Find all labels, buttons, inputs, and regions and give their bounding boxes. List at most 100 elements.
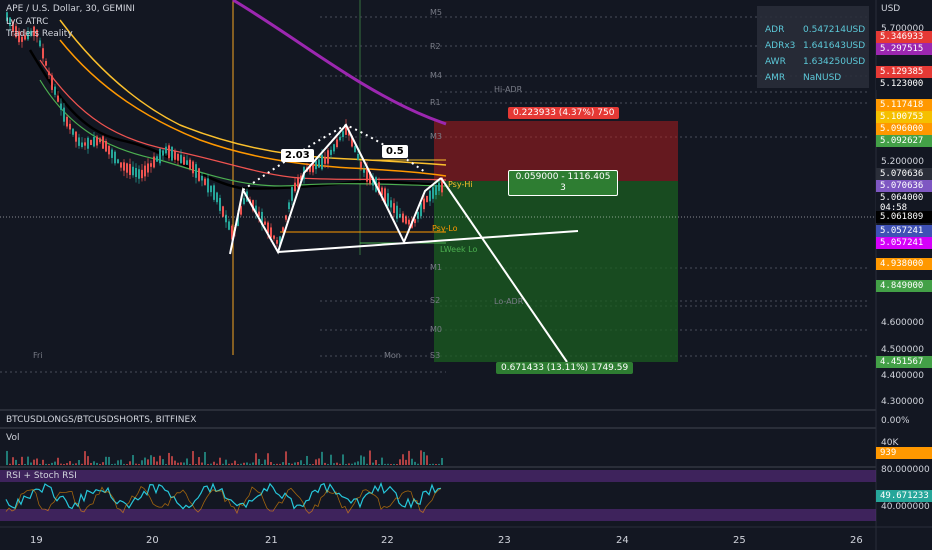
symbol-title[interactable]: APE / U.S. Dollar, 30, GEMINI bbox=[6, 4, 135, 14]
volume-bar bbox=[243, 462, 245, 465]
price-tick: 4.500000 bbox=[881, 345, 924, 355]
volume-bar bbox=[48, 463, 50, 465]
volume-bar bbox=[111, 463, 113, 465]
volume-bar bbox=[285, 451, 287, 465]
volume-bar bbox=[315, 459, 317, 465]
volume-bar bbox=[309, 463, 311, 465]
volume-bar bbox=[369, 450, 371, 465]
take-profit-zone[interactable] bbox=[434, 181, 678, 362]
volume-bar bbox=[324, 462, 326, 465]
candle-body bbox=[153, 156, 155, 168]
candle-body bbox=[222, 206, 224, 217]
volume-bar bbox=[159, 455, 161, 465]
candle-body bbox=[216, 192, 218, 203]
time-label: 21 bbox=[265, 535, 278, 546]
pivot-label: M1 bbox=[430, 263, 442, 272]
candle-body bbox=[195, 164, 197, 178]
volume-bar bbox=[399, 459, 401, 465]
pivot-label: M5 bbox=[430, 8, 442, 17]
candle-body bbox=[51, 75, 53, 90]
volume-bar bbox=[108, 456, 110, 465]
price-box: 5.346933 bbox=[876, 31, 932, 43]
price-box: 5.100753 bbox=[876, 111, 932, 123]
volume-bar bbox=[135, 463, 137, 465]
volume-bar bbox=[330, 454, 332, 465]
indicator-lyg-atrc[interactable]: LyG ATRC bbox=[6, 17, 48, 27]
candle-body bbox=[111, 149, 113, 158]
price-box: 5.129385 bbox=[876, 66, 932, 78]
volume-bar bbox=[336, 462, 338, 465]
candle-body bbox=[201, 175, 203, 181]
ema-red-line bbox=[39, 59, 447, 181]
volume-bar bbox=[168, 452, 170, 465]
candle-body bbox=[183, 156, 185, 165]
volume-bar bbox=[231, 463, 233, 465]
time-label: 19 bbox=[30, 535, 43, 546]
volume-bar bbox=[393, 463, 395, 465]
volume-bar bbox=[153, 456, 155, 465]
price-box: 5.057241 bbox=[876, 225, 932, 237]
stop-loss-label[interactable]: 0.223933 (4.37%) 750 bbox=[508, 107, 620, 119]
volume-bar bbox=[84, 451, 86, 465]
volume-bar bbox=[264, 459, 266, 465]
volume-title[interactable]: Vol bbox=[6, 433, 19, 443]
rsi-title[interactable]: RSI + Stoch RSI bbox=[6, 471, 77, 481]
volume-bar bbox=[312, 463, 314, 465]
pivot-label: S2 bbox=[430, 296, 441, 305]
btc-longshorts-title[interactable]: BTCUSDLONGS/BTCUSDSHORTS, BITFINEX bbox=[6, 415, 196, 425]
volume-bar bbox=[372, 462, 374, 465]
volume-bar bbox=[261, 463, 263, 465]
volume-bar bbox=[207, 463, 209, 465]
candle-body bbox=[363, 169, 365, 173]
candle-body bbox=[387, 193, 389, 207]
volume-bar bbox=[435, 463, 437, 465]
candle-body bbox=[357, 154, 359, 160]
volume-bar bbox=[333, 463, 335, 465]
volume-bar bbox=[36, 458, 38, 465]
price-tick: 4.400000 bbox=[881, 371, 924, 381]
candle-body bbox=[438, 183, 440, 191]
volume-bar bbox=[21, 456, 23, 465]
volume-bar bbox=[351, 463, 353, 465]
candle-body bbox=[108, 145, 110, 155]
ema-black-line bbox=[28, 49, 447, 190]
pivot-label: Hi-ADR bbox=[494, 85, 523, 94]
candle-body bbox=[165, 146, 167, 154]
fib-ratio-right[interactable]: 0.5 bbox=[382, 145, 408, 158]
price-box: 4.849000 bbox=[876, 280, 932, 292]
volume-bar bbox=[75, 463, 77, 465]
candle-body bbox=[327, 150, 329, 164]
stat-adr: ADR 0.547214USD bbox=[765, 25, 866, 35]
take-profit-label[interactable]: 0.671433 (13.11%) 1749.59 bbox=[496, 362, 634, 374]
volume-bar bbox=[303, 463, 305, 465]
volume-bar bbox=[441, 457, 443, 465]
volume-bar bbox=[222, 463, 224, 465]
stat-amr: AMR NaNUSD bbox=[765, 73, 842, 83]
candle-body bbox=[354, 145, 356, 153]
price-tick: 5.200000 bbox=[881, 157, 924, 167]
indicator-traders-reality[interactable]: Traders Reality bbox=[6, 29, 73, 39]
candle-body bbox=[174, 150, 176, 160]
price-box: 5.123000 bbox=[876, 78, 932, 90]
volume-bar bbox=[150, 455, 152, 465]
candle-body bbox=[423, 198, 425, 210]
candle-body bbox=[243, 198, 245, 205]
candle-body bbox=[336, 139, 338, 148]
entry-label[interactable]: 0.059000 - 1116.405 3 bbox=[508, 170, 618, 196]
pivot-label: R1 bbox=[430, 98, 441, 107]
candle-body bbox=[141, 169, 143, 179]
volume-bar bbox=[192, 451, 194, 465]
volume-bar bbox=[348, 463, 350, 465]
volume-bar bbox=[432, 463, 434, 465]
volume-bar bbox=[102, 462, 104, 465]
price-box: 4.938000 bbox=[876, 258, 932, 270]
price-box: 5.092627 bbox=[876, 135, 932, 147]
volume-bar bbox=[291, 463, 293, 465]
fib-ratio-left[interactable]: 2.03 bbox=[281, 149, 314, 162]
volume-bar bbox=[300, 460, 302, 465]
price-box: 5.070636 bbox=[876, 180, 932, 192]
time-label: 20 bbox=[146, 535, 159, 546]
volume-bar bbox=[249, 463, 251, 465]
volume-bar bbox=[426, 455, 428, 465]
volume-bar bbox=[138, 463, 140, 465]
